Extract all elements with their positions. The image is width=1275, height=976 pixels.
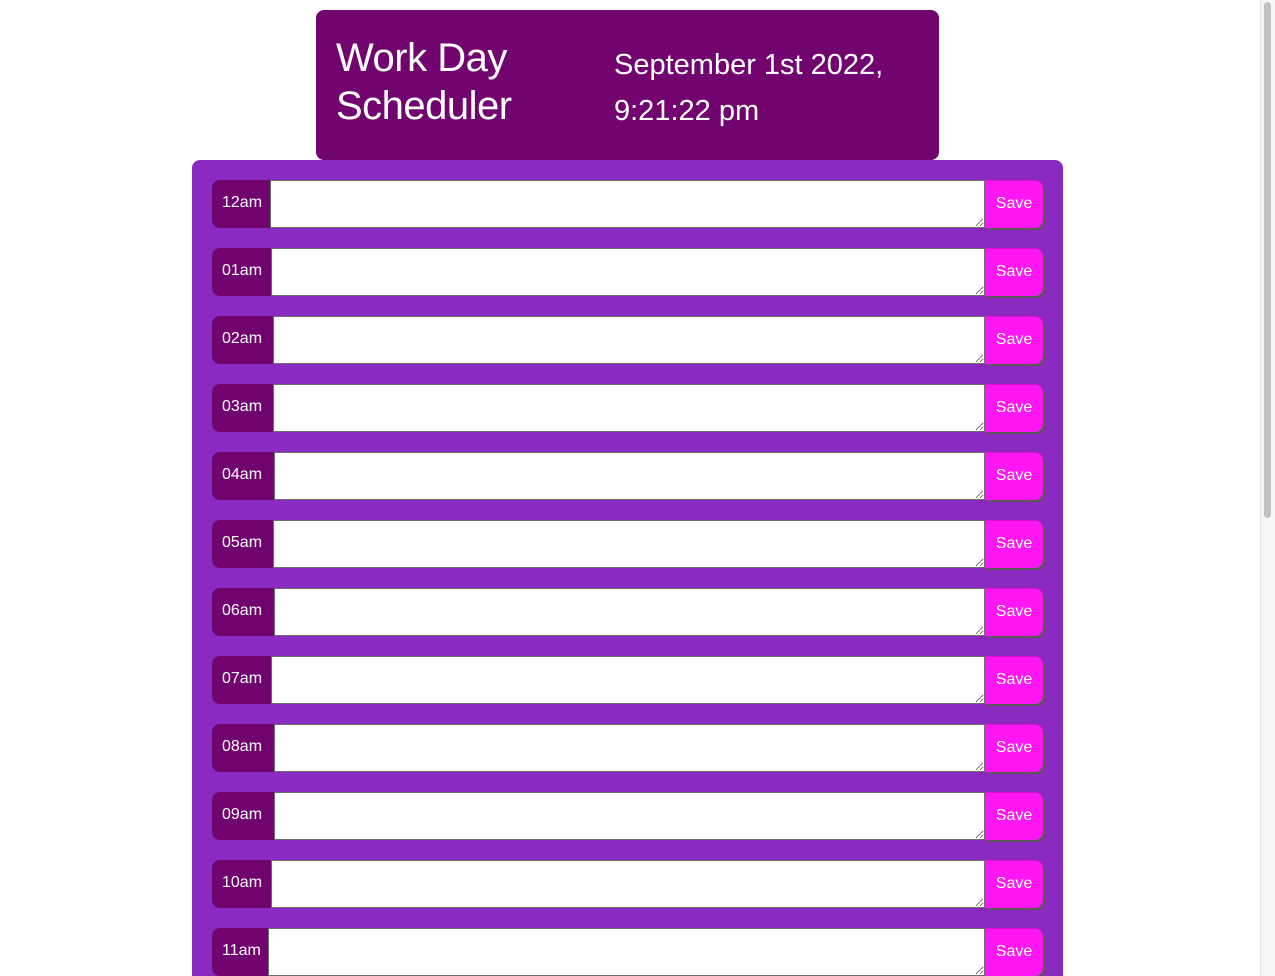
hour-label: 11am bbox=[212, 928, 268, 976]
time-block-row: 09am Save bbox=[212, 792, 1043, 840]
task-input[interactable] bbox=[271, 860, 985, 908]
page-scrollbar[interactable] bbox=[1260, 0, 1275, 976]
task-input[interactable] bbox=[273, 384, 985, 432]
task-input[interactable] bbox=[274, 792, 985, 840]
task-input[interactable] bbox=[268, 928, 985, 976]
task-input[interactable] bbox=[271, 248, 985, 296]
save-button[interactable]: Save bbox=[985, 520, 1043, 568]
hour-label: 08am bbox=[212, 724, 274, 772]
save-button[interactable]: Save bbox=[985, 248, 1043, 296]
save-button[interactable]: Save bbox=[985, 928, 1043, 976]
hour-label: 10am bbox=[212, 860, 271, 908]
task-input[interactable] bbox=[273, 316, 985, 364]
task-input[interactable] bbox=[274, 724, 985, 772]
hour-label: 12am bbox=[212, 180, 270, 228]
hour-label: 04am bbox=[212, 452, 274, 500]
time-block-row: 02am Save bbox=[212, 316, 1043, 364]
app-title: Work Day Scheduler bbox=[336, 36, 512, 128]
task-input[interactable] bbox=[273, 520, 985, 568]
save-button[interactable]: Save bbox=[985, 588, 1043, 636]
time-block-row: 06am Save bbox=[212, 588, 1043, 636]
save-button[interactable]: Save bbox=[985, 792, 1043, 840]
time-block-row: 04am Save bbox=[212, 452, 1043, 500]
hour-label: 07am bbox=[212, 656, 271, 704]
save-button[interactable]: Save bbox=[985, 860, 1043, 908]
time-block-row: 08am Save bbox=[212, 724, 1043, 772]
save-button[interactable]: Save bbox=[985, 316, 1043, 364]
save-button[interactable]: Save bbox=[985, 384, 1043, 432]
task-input[interactable] bbox=[274, 452, 985, 500]
scrollbar-thumb[interactable] bbox=[1264, 2, 1271, 518]
task-input[interactable] bbox=[271, 656, 985, 704]
page: Work Day Scheduler September 1st 2022, 9… bbox=[0, 0, 1275, 976]
save-button[interactable]: Save bbox=[985, 724, 1043, 772]
time-block-row: 03am Save bbox=[212, 384, 1043, 432]
hour-label: 09am bbox=[212, 792, 274, 840]
save-button[interactable]: Save bbox=[985, 452, 1043, 500]
save-button[interactable]: Save bbox=[985, 180, 1043, 228]
scheduler-container: 12am Save 01am Save 02am Save 03am Save … bbox=[192, 160, 1063, 976]
task-input[interactable] bbox=[270, 180, 985, 228]
hour-label: 02am bbox=[212, 316, 273, 364]
time-block-row: 10am Save bbox=[212, 860, 1043, 908]
current-date: September 1st 2022, 9:21:22 pm bbox=[614, 49, 884, 127]
time-block-row: 05am Save bbox=[212, 520, 1043, 568]
hour-label: 05am bbox=[212, 520, 273, 568]
time-block-row: 12am Save bbox=[212, 180, 1043, 228]
time-block-row: 01am Save bbox=[212, 248, 1043, 296]
hour-label: 06am bbox=[212, 588, 274, 636]
time-block-row: 11am Save bbox=[212, 928, 1043, 976]
hour-label: 03am bbox=[212, 384, 273, 432]
task-input[interactable] bbox=[274, 588, 985, 636]
header-banner: Work Day Scheduler September 1st 2022, 9… bbox=[316, 10, 939, 160]
save-button[interactable]: Save bbox=[985, 656, 1043, 704]
time-block-row: 07am Save bbox=[212, 656, 1043, 704]
hour-label: 01am bbox=[212, 248, 271, 296]
